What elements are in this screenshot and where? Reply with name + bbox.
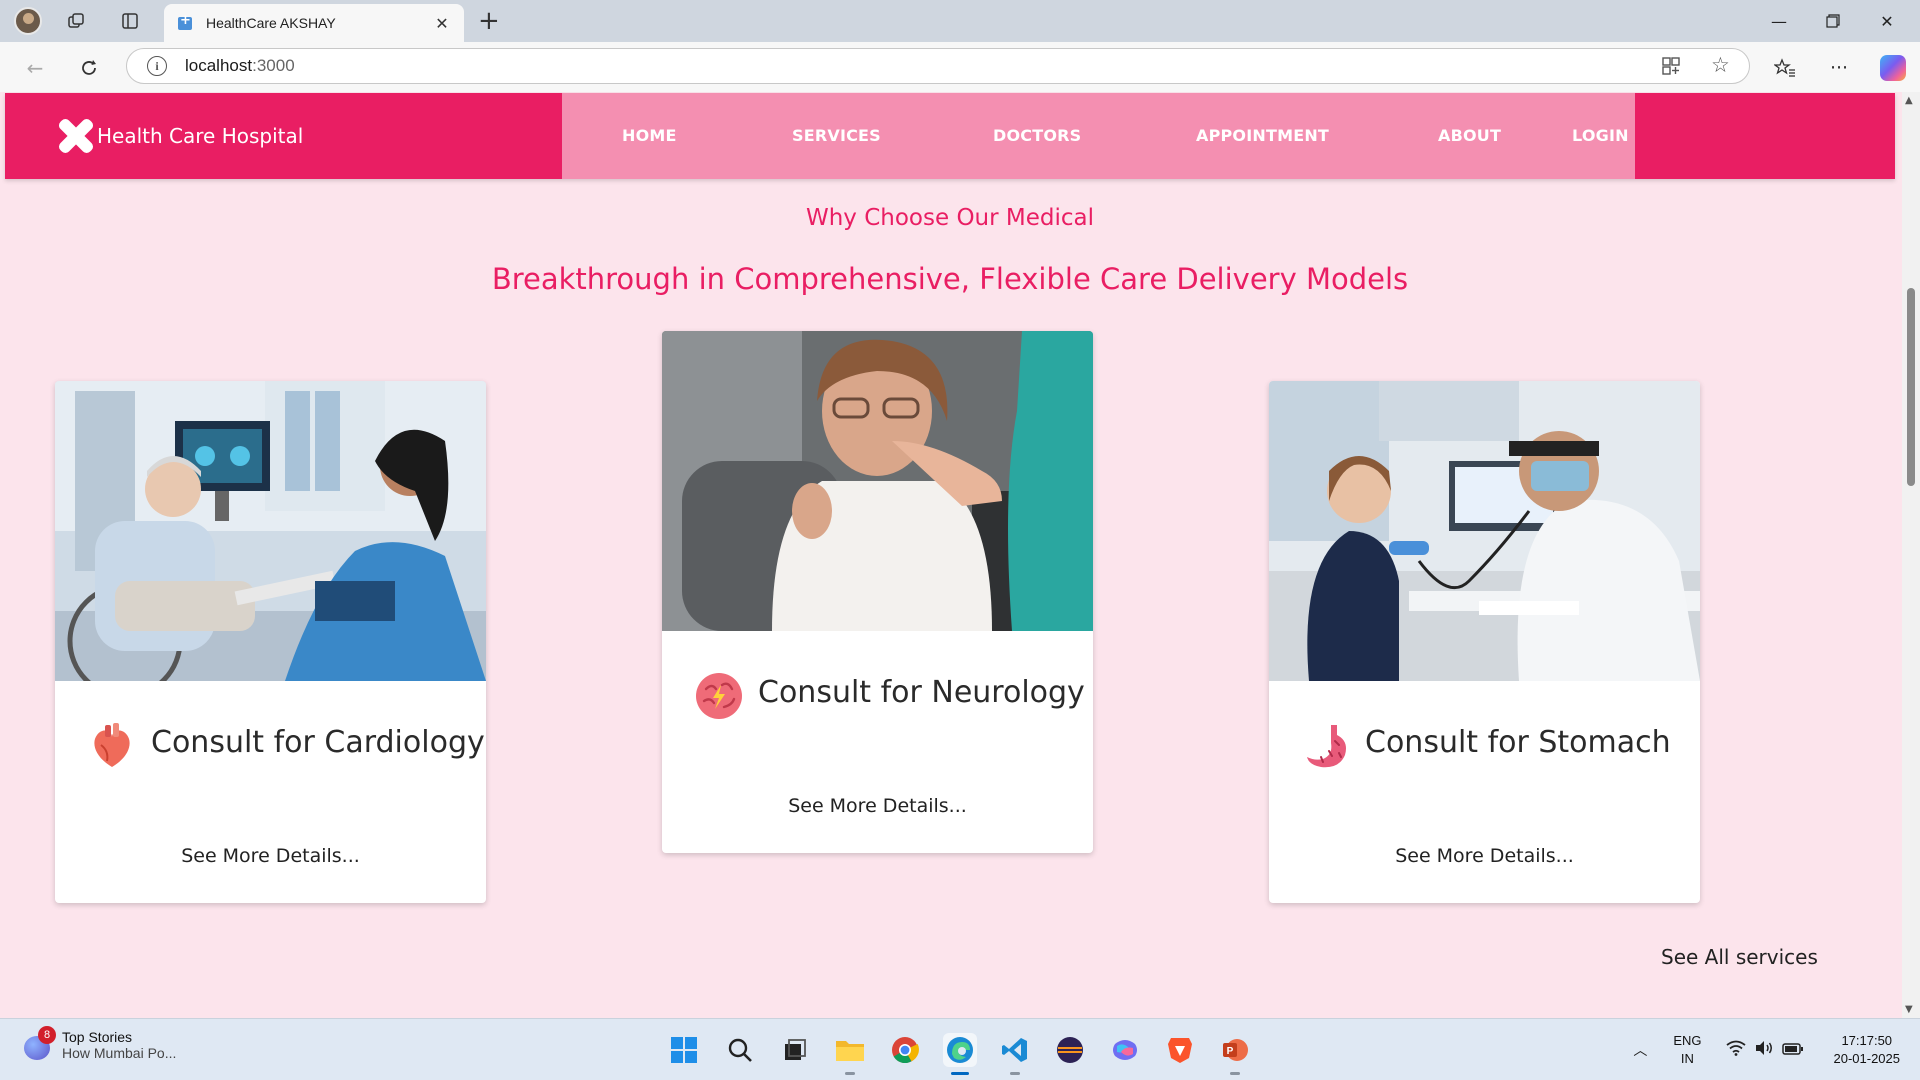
search-icon[interactable] (723, 1033, 757, 1067)
language-indicator[interactable]: ENG IN (1673, 1032, 1701, 1068)
heart-icon (87, 721, 137, 771)
service-card-stomach[interactable]: Consult for Stomach See More Details... (1269, 381, 1700, 903)
scrollbar-thumb[interactable] (1907, 288, 1915, 486)
vertical-scrollbar[interactable]: ▲ ▼ (1902, 92, 1920, 1018)
news-widget[interactable]: 8 Top Stories How Mumbai Po... (22, 1026, 177, 1061)
powerpoint-icon[interactable]: P (1218, 1033, 1252, 1075)
file-explorer-icon[interactable] (833, 1033, 867, 1075)
card-title: Consult for Stomach (1365, 725, 1671, 760)
site-info-icon[interactable]: i (147, 56, 167, 76)
brain-icon (694, 671, 744, 721)
active-tab[interactable]: HealthCare AKSHAY ✕ (164, 4, 464, 42)
card-body: Consult for Neurology See More Details..… (662, 631, 1093, 853)
taskbar: 8 Top Stories How Mumbai Po... P ︿ ENG I… (0, 1018, 1920, 1080)
scroll-down-icon[interactable]: ▼ (1905, 1004, 1913, 1015)
copilot-icon[interactable] (1878, 53, 1908, 83)
browser-tab-bar: HealthCare AKSHAY ✕ + — ✕ (0, 0, 1920, 42)
news-title: Top Stories (62, 1029, 133, 1045)
url-bar[interactable]: i localhost:3000 ☆ (126, 48, 1750, 84)
news-badge: 8 (38, 1026, 56, 1044)
favorite-star-icon[interactable]: ☆ (1711, 53, 1730, 77)
scroll-up-icon[interactable]: ▲ (1905, 95, 1913, 106)
news-widget-icon: 8 (22, 1026, 56, 1060)
stomach-photo (1269, 381, 1700, 681)
vscode-icon[interactable] (998, 1033, 1032, 1075)
minimize-icon[interactable]: — (1756, 6, 1802, 36)
card-title: Consult for Neurology (758, 675, 1085, 710)
section-title: Breakthrough in Comprehensive, Flexible … (491, 262, 1409, 296)
chrome-icon[interactable] (888, 1033, 922, 1067)
main-nav: HOME SERVICES DOCTORS APPOINTMENT ABOUT … (562, 93, 1635, 179)
restore-icon[interactable] (1810, 6, 1856, 36)
back-icon[interactable]: ← (20, 53, 50, 83)
brand[interactable]: Health Care Hospital (5, 93, 562, 179)
clock[interactable]: 17:17:50 20-01-2025 (1834, 1032, 1901, 1068)
start-icon[interactable] (667, 1033, 701, 1067)
page-viewport: Health Care Hospital HOME SERVICES DOCTO… (0, 92, 1920, 1018)
nav-login[interactable]: LOGIN (1572, 126, 1629, 145)
nav-services[interactable]: SERVICES (792, 126, 881, 145)
new-tab-icon[interactable]: + (478, 6, 500, 36)
see-all-services-link[interactable]: See All services (1661, 945, 1818, 969)
nav-home[interactable]: HOME (622, 126, 677, 145)
nav-about[interactable]: ABOUT (1438, 126, 1501, 145)
favorites-icon[interactable] (1770, 53, 1800, 83)
chevron-up-icon[interactable]: ︿ (1633, 1040, 1647, 1060)
eclipse-icon[interactable] (1053, 1033, 1087, 1067)
stomach-icon (1301, 721, 1351, 771)
brand-name: Health Care Hospital (97, 124, 304, 148)
task-view-icon[interactable] (778, 1033, 812, 1067)
copilot-app-icon[interactable] (1108, 1033, 1142, 1067)
nav-doctors[interactable]: DOCTORS (993, 126, 1081, 145)
site-header: Health Care Hospital HOME SERVICES DOCTO… (5, 93, 1895, 179)
see-more-link[interactable]: See More Details... (662, 795, 1093, 817)
service-card-cardiology[interactable]: Consult for Cardiology See More Details.… (55, 381, 486, 903)
hospital-cross-logo-icon (56, 116, 96, 156)
tab-actions-icon[interactable] (116, 8, 144, 34)
app-available-icon[interactable] (1661, 56, 1681, 81)
url-text[interactable]: localhost:3000 (185, 56, 295, 76)
card-body: Consult for Cardiology See More Details.… (55, 681, 486, 903)
clock-time: 17:17:50 (1841, 1033, 1893, 1048)
hospital-favicon-icon (176, 13, 194, 32)
svg-text:P: P (1227, 1046, 1234, 1057)
battery-icon[interactable] (1781, 1041, 1804, 1060)
volume-icon[interactable] (1754, 1040, 1774, 1060)
reload-icon[interactable] (74, 53, 104, 83)
see-more-link[interactable]: See More Details... (55, 845, 486, 867)
card-body: Consult for Stomach See More Details... (1269, 681, 1700, 903)
workspaces-icon[interactable] (62, 8, 90, 34)
close-window-icon[interactable]: ✕ (1864, 6, 1910, 36)
system-tray: ︿ ENG IN 17:17:50 20-01-2025 (1633, 1027, 1900, 1073)
cardiology-photo (55, 381, 486, 681)
address-bar-row: ← i localhost:3000 ☆ ··· (0, 42, 1920, 92)
nav-appointment[interactable]: APPOINTMENT (1196, 126, 1329, 145)
neurology-photo (662, 331, 1093, 631)
close-tab-icon[interactable]: ✕ (432, 14, 452, 33)
header-accent (1635, 93, 1895, 179)
clock-date: 20-01-2025 (1833, 1051, 1901, 1066)
wifi-icon[interactable] (1725, 1040, 1746, 1060)
service-card-neurology[interactable]: Consult for Neurology See More Details..… (662, 331, 1093, 853)
news-headline: How Mumbai Po... (62, 1045, 177, 1061)
card-title: Consult for Cardiology (151, 725, 485, 760)
see-more-link[interactable]: See More Details... (1269, 845, 1700, 867)
profile-avatar[interactable] (14, 7, 42, 35)
tab-title: HealthCare AKSHAY (206, 15, 336, 31)
more-options-icon[interactable]: ··· (1824, 53, 1854, 83)
edge-icon[interactable] (943, 1033, 977, 1075)
brave-icon[interactable] (1163, 1033, 1197, 1067)
section-subtitle: Why Choose Our Medical (805, 205, 1095, 231)
